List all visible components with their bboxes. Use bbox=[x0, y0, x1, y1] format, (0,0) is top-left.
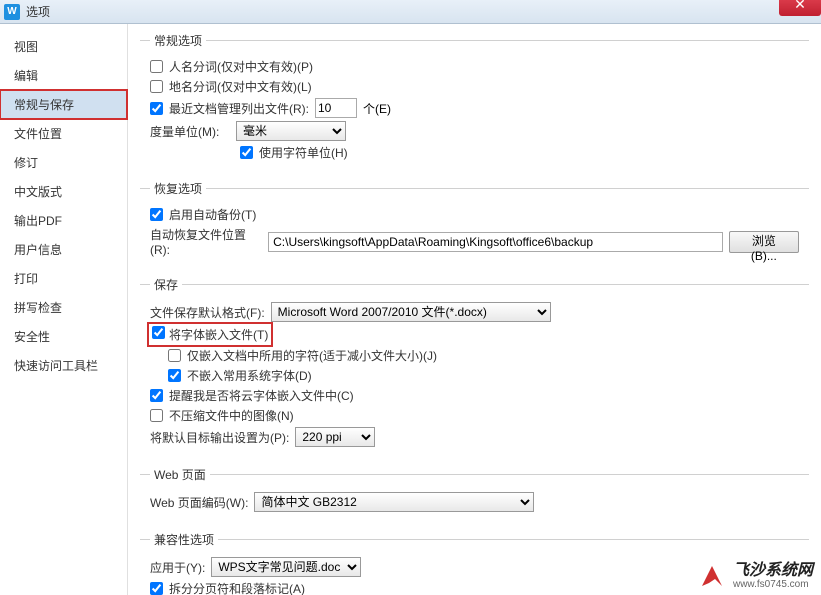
content-pane: 常规选项 人名分词(仅对中文有效)(P) 地名分词(仅对中文有效)(L) 最近文… bbox=[128, 24, 821, 595]
no-embed-system-checkbox[interactable] bbox=[168, 369, 181, 382]
window-title: 选项 bbox=[26, 3, 50, 20]
embed-fonts-highlight: 将字体嵌入文件(T) bbox=[150, 325, 270, 344]
sidebar-item-output-pdf[interactable]: 输出PDF bbox=[0, 206, 127, 235]
no-compress-images-checkbox[interactable] bbox=[150, 409, 163, 422]
embed-fonts-checkbox[interactable] bbox=[152, 326, 165, 339]
sidebar-item-view[interactable]: 视图 bbox=[0, 32, 127, 61]
embed-fonts-label: 将字体嵌入文件(T) bbox=[169, 326, 268, 343]
default-format-select[interactable]: Microsoft Word 2007/2010 文件(*.docx) bbox=[271, 302, 551, 322]
web-legend: Web 页面 bbox=[150, 466, 210, 483]
embed-used-only-label: 仅嵌入文档中所用的字符(适于减小文件大小)(J) bbox=[187, 347, 437, 364]
main-container: 视图 编辑 常规与保存 文件位置 修订 中文版式 输出PDF 用户信息 打印 拼… bbox=[0, 24, 821, 595]
split-marks-label: 拆分分页符和段落标记(A) bbox=[169, 580, 305, 595]
web-encoding-label: Web 页面编码(W): bbox=[150, 494, 248, 511]
sidebar: 视图 编辑 常规与保存 文件位置 修订 中文版式 输出PDF 用户信息 打印 拼… bbox=[0, 24, 128, 595]
recover-path-input[interactable] bbox=[268, 232, 723, 252]
web-group: Web 页面 Web 页面编码(W): 简体中文 GB2312 bbox=[140, 466, 809, 523]
titlebar: 选项 ✕ bbox=[0, 0, 821, 24]
sidebar-item-quick-access[interactable]: 快速访问工具栏 bbox=[0, 351, 127, 380]
char-unit-label: 使用字符单位(H) bbox=[259, 144, 348, 161]
default-output-select[interactable]: 220 ppi bbox=[295, 427, 375, 447]
sidebar-item-general-save[interactable]: 常规与保存 bbox=[0, 90, 127, 119]
close-button[interactable]: ✕ bbox=[779, 0, 821, 16]
remind-cloud-fonts-label: 提醒我是否将云字体嵌入文件中(C) bbox=[169, 387, 354, 404]
recovery-legend: 恢复选项 bbox=[150, 180, 206, 197]
watermark-icon bbox=[697, 561, 727, 591]
recent-unit-label: 个(E) bbox=[363, 100, 391, 117]
no-compress-images-label: 不压缩文件中的图像(N) bbox=[169, 407, 294, 424]
measure-unit-select[interactable]: 毫米 bbox=[236, 121, 346, 141]
name-split-checkbox[interactable] bbox=[150, 60, 163, 73]
measure-unit-label: 度量单位(M): bbox=[150, 123, 230, 140]
apply-to-select[interactable]: WPS文字常见问题.doc bbox=[211, 557, 361, 577]
compat-legend: 兼容性选项 bbox=[150, 531, 218, 548]
watermark-main: 飞沙系统网 bbox=[733, 562, 813, 580]
char-unit-checkbox[interactable] bbox=[240, 146, 253, 159]
embed-used-only-checkbox[interactable] bbox=[168, 349, 181, 362]
sidebar-item-user-info[interactable]: 用户信息 bbox=[0, 235, 127, 264]
web-encoding-select[interactable]: 简体中文 GB2312 bbox=[254, 492, 534, 512]
watermark-url: www.fs0745.com bbox=[733, 579, 813, 590]
watermark: 飞沙系统网 www.fs0745.com bbox=[697, 561, 813, 591]
recent-list-checkbox[interactable] bbox=[150, 102, 163, 115]
sidebar-item-spellcheck[interactable]: 拼写检查 bbox=[0, 293, 127, 322]
default-format-label: 文件保存默认格式(F): bbox=[150, 304, 265, 321]
auto-recover-path-label: 自动恢复文件位置(R): bbox=[150, 226, 262, 257]
split-marks-checkbox[interactable] bbox=[150, 582, 163, 595]
save-group: 保存 文件保存默认格式(F): Microsoft Word 2007/2010… bbox=[140, 276, 809, 458]
place-split-label: 地名分词(仅对中文有效)(L) bbox=[169, 78, 312, 95]
remind-cloud-fonts-checkbox[interactable] bbox=[150, 389, 163, 402]
sidebar-item-security[interactable]: 安全性 bbox=[0, 322, 127, 351]
apply-to-label: 应用于(Y): bbox=[150, 559, 205, 576]
browse-button[interactable]: 浏览(B)... bbox=[729, 231, 799, 253]
recovery-group: 恢复选项 启用自动备份(T) 自动恢复文件位置(R): 浏览(B)... bbox=[140, 180, 809, 268]
app-icon bbox=[4, 4, 20, 20]
default-output-label: 将默认目标输出设置为(P): bbox=[150, 429, 289, 446]
recent-list-label: 最近文档管理列出文件(R): bbox=[169, 100, 309, 117]
general-group: 常规选项 人名分词(仅对中文有效)(P) 地名分词(仅对中文有效)(L) 最近文… bbox=[140, 32, 809, 172]
auto-backup-label: 启用自动备份(T) bbox=[169, 206, 256, 223]
save-legend: 保存 bbox=[150, 276, 182, 293]
sidebar-item-revision[interactable]: 修订 bbox=[0, 148, 127, 177]
sidebar-item-file-location[interactable]: 文件位置 bbox=[0, 119, 127, 148]
name-split-label: 人名分词(仅对中文有效)(P) bbox=[169, 58, 313, 75]
recent-count-input[interactable] bbox=[315, 98, 357, 118]
auto-backup-checkbox[interactable] bbox=[150, 208, 163, 221]
place-split-checkbox[interactable] bbox=[150, 80, 163, 93]
no-embed-system-label: 不嵌入常用系统字体(D) bbox=[187, 367, 312, 384]
sidebar-item-chinese-layout[interactable]: 中文版式 bbox=[0, 177, 127, 206]
sidebar-item-edit[interactable]: 编辑 bbox=[0, 61, 127, 90]
sidebar-item-print[interactable]: 打印 bbox=[0, 264, 127, 293]
general-legend: 常规选项 bbox=[150, 32, 206, 49]
watermark-text: 飞沙系统网 www.fs0745.com bbox=[733, 562, 813, 591]
